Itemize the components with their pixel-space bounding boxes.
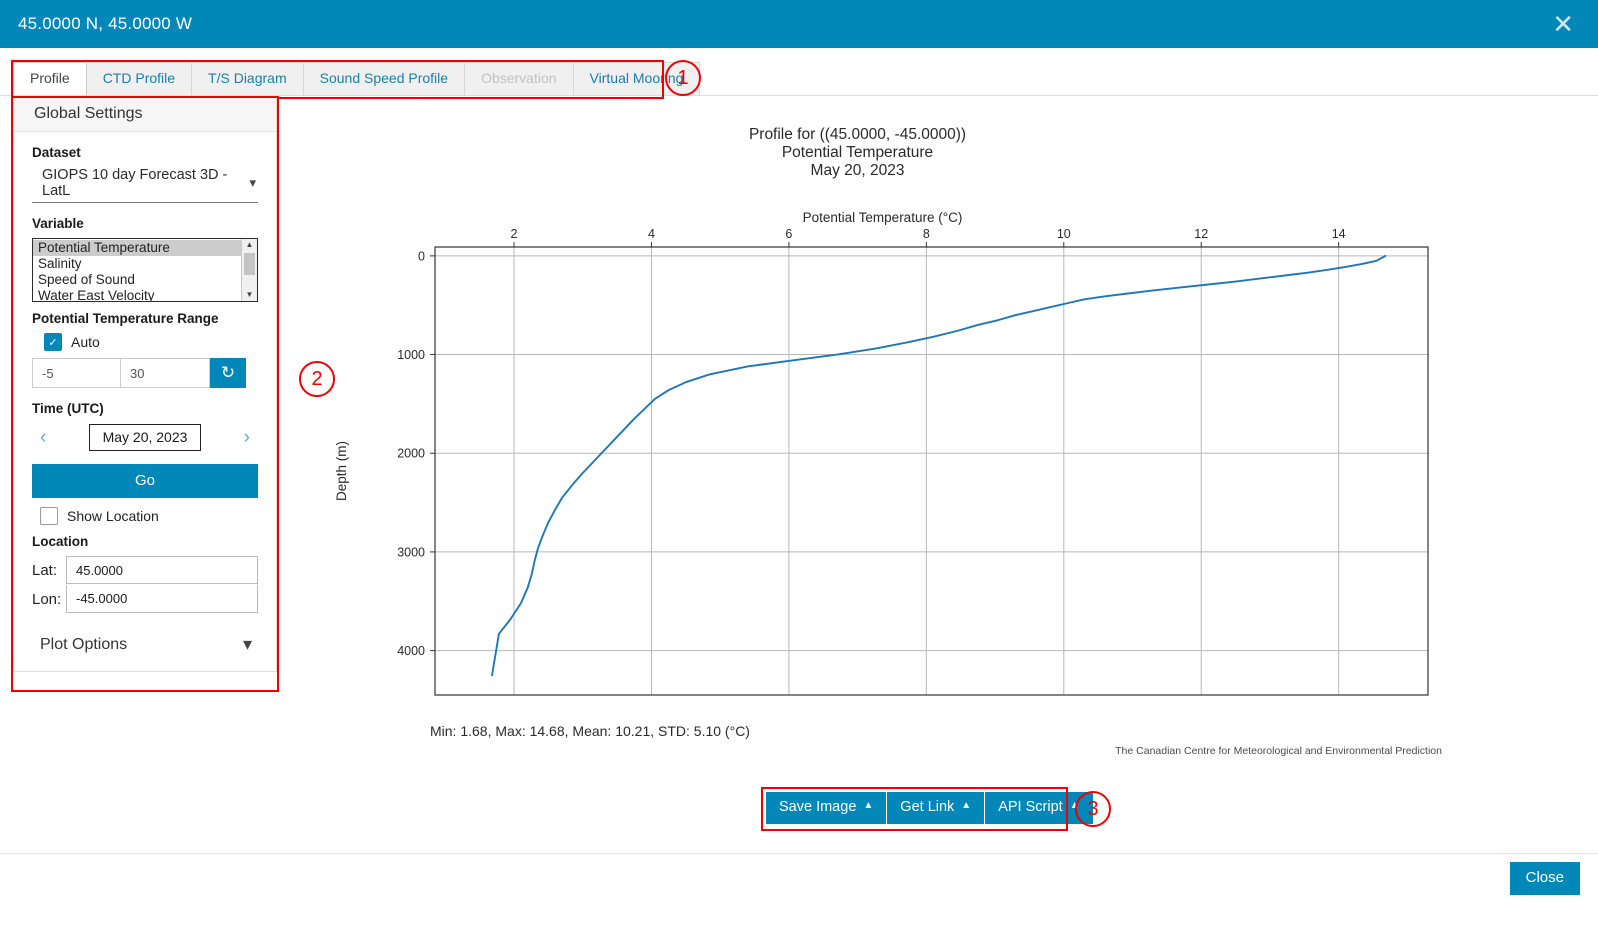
lon-input[interactable]: -45.0000	[66, 585, 258, 613]
lat-label: Lat:	[32, 561, 58, 579]
api-script-button[interactable]: API Script ▲	[985, 792, 1093, 824]
tab-profile[interactable]: Profile	[13, 62, 87, 95]
tab-list: Profile CTD Profile T/S Diagram Sound Speed…	[13, 62, 701, 95]
tab-label: Observation	[481, 70, 557, 86]
tab-label: Virtual Mooring	[589, 70, 684, 86]
close-button[interactable]: Close	[1509, 862, 1580, 895]
tab-ctd-profile[interactable]: CTD Profile	[85, 62, 193, 95]
caret-up-icon: ▲	[961, 800, 972, 811]
lat-input[interactable]: 45.0000	[66, 556, 258, 584]
show-location-checkbox[interactable]	[40, 507, 58, 525]
variable-option[interactable]: Water East Velocity	[33, 288, 241, 301]
plot-attribution: The Canadian Centre for Meteorological a…	[1115, 745, 1442, 757]
plot-title: Profile for ((45.0000, -45.0000)) Potent…	[235, 126, 1480, 180]
show-location-label: Show Location	[67, 508, 159, 524]
x-tick-label: 6	[785, 227, 792, 241]
profile-line	[491, 254, 1387, 677]
lon-row: Lon: -45.0000	[32, 585, 258, 613]
close-icon[interactable]: ✕	[1546, 9, 1580, 39]
x-tick-label: 10	[1057, 227, 1071, 241]
button-label: Save Image	[779, 799, 857, 815]
auto-range-row: ✓ Auto	[44, 333, 258, 351]
x-tick-label: 14	[1332, 227, 1346, 241]
action-button-group: Save Image ▲ Get Link ▲ API Script ▲	[766, 792, 1093, 824]
y-tick-label: 1000	[397, 348, 425, 362]
range-label: Potential Temperature Range	[32, 311, 219, 326]
tab-observation: Observation	[464, 62, 574, 95]
plot-container: Profile for ((45.0000, -45.0000)) Potent…	[300, 110, 1480, 770]
location-heading: Location	[32, 534, 89, 549]
profile-chart: 2 4 6 8 10 12 14 0 1000 2000 3000 4000 Depth (m)	[334, 227, 1429, 696]
show-location-row: Show Location	[40, 507, 258, 525]
lon-label: Lon:	[32, 590, 62, 608]
auto-range-label: Auto	[71, 334, 100, 350]
variable-label: Variable	[32, 216, 84, 231]
caret-up-icon: ▲	[863, 800, 874, 811]
plot-options-label: Plot Options	[40, 635, 128, 653]
tab-virtual-mooring[interactable]: Virtual Mooring	[572, 62, 701, 95]
range-inputs: -5 30 ↻	[32, 358, 258, 388]
save-image-button[interactable]: Save Image ▲	[766, 792, 888, 824]
lat-row: Lat: 45.0000	[32, 556, 258, 584]
scrollbar-thumb[interactable]	[244, 253, 255, 275]
get-link-button[interactable]: Get Link ▲	[887, 792, 986, 824]
dataset-select[interactable]: GIOPS 10 day Forecast 3D - LatL ▾	[32, 167, 258, 203]
y-tick-label: 0	[418, 249, 425, 263]
footer-divider	[0, 853, 1598, 854]
tab-t-s-diagram[interactable]: T/S Diagram	[191, 62, 304, 95]
dataset-value: GIOPS 10 day Forecast 3D - LatL	[42, 167, 228, 199]
plot-options-toggle[interactable]: Plot Options ▾	[40, 634, 252, 655]
chevron-left-icon[interactable]: ‹	[34, 427, 52, 449]
y-tick-label: 4000	[397, 644, 425, 658]
variable-listbox[interactable]: Potential Temperature Salinity Speed of So…	[32, 238, 258, 302]
time-value-input[interactable]: May 20, 2023	[88, 424, 202, 451]
button-label: Get Link	[900, 799, 955, 815]
page-title: 45.0000 N, 45.0000 W	[18, 14, 193, 33]
global-settings-panel: Global Settings Dataset GIOPS 10 day For…	[13, 98, 277, 672]
variable-option[interactable]: Speed of Sound	[33, 272, 241, 288]
dataset-label: Dataset	[32, 145, 81, 160]
tab-label: Sound Speed Profile	[319, 70, 449, 86]
tab-bar: Profile CTD Profile T/S Diagram Sound Speed…	[0, 48, 1598, 96]
x-tick-label: 4	[648, 227, 655, 241]
plot-title-line-2: Potential Temperature	[781, 144, 934, 161]
modal-header: 45.0000 N, 45.0000 W ✕	[0, 0, 1598, 48]
triangle-down-icon[interactable]: ▼	[246, 289, 254, 301]
variable-option[interactable]: Potential Temperature	[33, 240, 241, 256]
triangle-up-icon[interactable]: ▲	[246, 239, 254, 251]
y-axis-title: Depth (m)	[334, 441, 349, 501]
tab-label: T/S Diagram	[208, 70, 287, 86]
chevron-right-icon[interactable]: ›	[238, 427, 256, 449]
tab-sound-speed-profile[interactable]: Sound Speed Profile	[302, 62, 466, 95]
time-selector: ‹ May 20, 2023 ›	[32, 424, 258, 451]
time-label: Time (UTC)	[32, 401, 104, 416]
chevron-down-icon: ▾	[242, 634, 252, 654]
x-tick-label: 8	[923, 227, 930, 241]
x-axis-title: Potential Temperature (°C)	[802, 210, 963, 225]
reset-icon[interactable]: ↻	[210, 358, 246, 388]
range-min-input[interactable]: -5	[32, 358, 121, 388]
variable-options: Potential Temperature Salinity Speed of So…	[33, 239, 241, 301]
go-button[interactable]: Go	[32, 464, 258, 498]
plot-statistics: Min: 1.68, Max: 14.68, Mean: 10.21, STD:…	[430, 723, 750, 739]
auto-range-checkbox[interactable]: ✓	[44, 333, 62, 351]
variable-option[interactable]: Salinity	[33, 256, 241, 272]
y-tick-label: 3000	[397, 545, 425, 559]
tab-label: Profile	[30, 70, 70, 86]
x-tick-label: 12	[1194, 227, 1208, 241]
range-max-input[interactable]: 30	[121, 358, 210, 388]
tab-label: CTD Profile	[102, 70, 176, 86]
plot-title-line-1: Profile for ((45.0000, -45.0000))	[748, 126, 967, 143]
caret-up-icon: ▲	[1069, 800, 1080, 811]
x-tick-label: 2	[511, 227, 518, 241]
plot-title-line-3: May 20, 2023	[810, 162, 905, 179]
y-tick-label: 2000	[397, 447, 425, 461]
button-label: API Script	[998, 799, 1063, 815]
